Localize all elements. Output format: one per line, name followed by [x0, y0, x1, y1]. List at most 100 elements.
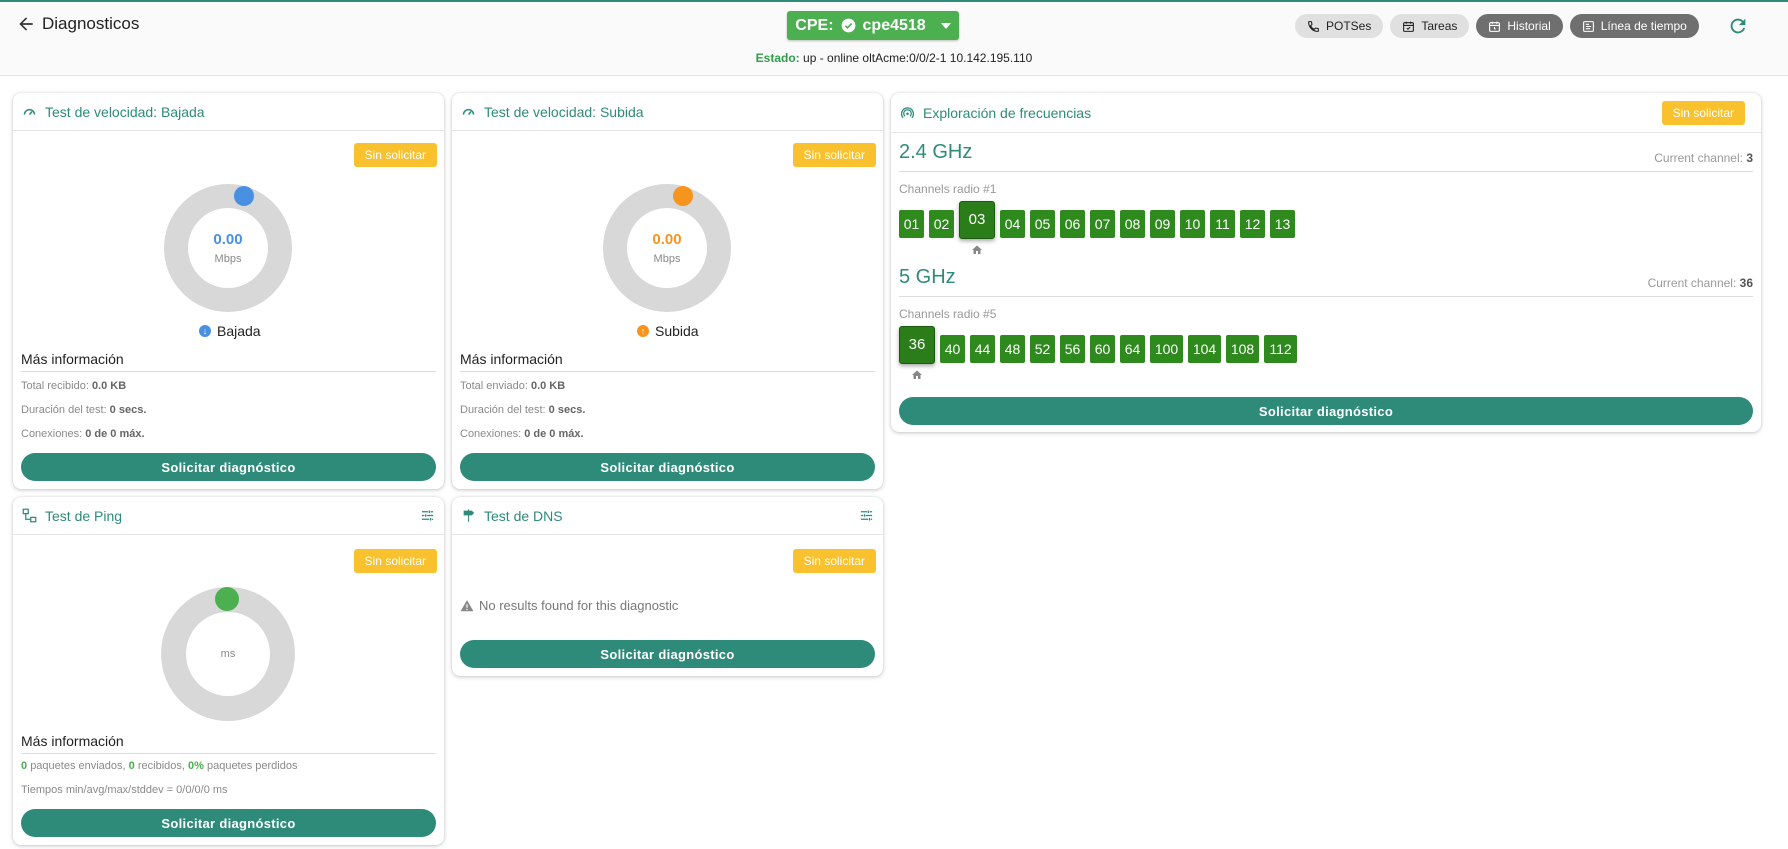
channel-06[interactable]: 06: [1060, 210, 1085, 238]
status-badge: Sin solicitar: [792, 549, 876, 573]
channel-11[interactable]: 11: [1210, 210, 1235, 238]
more-info-heading: Más información: [21, 733, 436, 754]
signpost-icon: [463, 509, 475, 522]
channel-40[interactable]: 40: [940, 335, 965, 363]
tareas-chip[interactable]: Tareas: [1390, 14, 1470, 38]
card-title: Test de velocidad: Bajada: [45, 103, 205, 120]
channel-07[interactable]: 07: [1090, 210, 1115, 238]
page-title: Diagnosticos: [42, 14, 140, 33]
home-icon: [911, 368, 923, 380]
header-bar: Diagnosticos CPE: cpe4518 Estado: up - o…: [0, 2, 1788, 76]
radio-label: Channels radio #1: [899, 182, 997, 196]
refresh-icon[interactable]: [1727, 15, 1749, 37]
card-header: Exploración de frecuencias: [891, 93, 1761, 133]
channel-13[interactable]: 13: [1270, 210, 1295, 238]
status-badge: Sin solicitar: [353, 549, 437, 573]
gauge-indicator-dot: [215, 587, 239, 611]
cpe-selector-button[interactable]: CPE: cpe4518: [787, 11, 959, 40]
status-value: up - online oltAcme:0/0/2-1 10.142.195.1…: [803, 51, 1033, 65]
gauge-legend: ↓ Bajada: [199, 323, 261, 339]
gauge-center: 0.00 Mbps: [188, 208, 268, 288]
channel-01[interactable]: 01: [899, 210, 924, 238]
no-results-text: No results found for this diagnostic: [479, 598, 679, 613]
channel-60[interactable]: 60: [1090, 335, 1115, 363]
timeline-icon: [1582, 20, 1594, 32]
request-diagnostic-button[interactable]: Solicitar diagnóstico: [21, 809, 436, 837]
warning-icon: [460, 599, 474, 611]
status-line: Estado: up - online oltAcme:0/0/2-1 10.1…: [0, 51, 1788, 65]
gauge-indicator-dot: [673, 186, 693, 206]
arrow-left-icon: [19, 17, 33, 31]
channel-64[interactable]: 64: [1120, 335, 1145, 363]
cpe-prefix: CPE:: [795, 16, 834, 34]
channel-108[interactable]: 108: [1226, 335, 1259, 363]
status-badge: Sin solicitar: [792, 143, 876, 167]
back-button[interactable]: Diagnosticos: [16, 14, 139, 34]
card-title: Test de velocidad: Subida: [484, 103, 644, 120]
potses-label: POTSes: [1326, 19, 1372, 33]
header-chips: POTSes Tareas Historial Línea de tiempo: [1295, 14, 1699, 38]
channel-56[interactable]: 56: [1060, 335, 1085, 363]
radio-label: Channels radio #5: [899, 307, 997, 321]
dns-test-card: Test de DNS Sin solicitar No results fou…: [452, 497, 883, 676]
upload-gauge: 0.00 Mbps: [603, 184, 731, 312]
channel-03[interactable]: 03: [959, 201, 995, 239]
band-24ghz-header: 2.4 GHz Current channel: 3: [899, 141, 1753, 172]
channel-09[interactable]: 09: [1150, 210, 1175, 238]
speedometer-icon: [23, 108, 36, 116]
info-line: Total recibido: 0.0 KB: [21, 380, 127, 392]
arrow-down-circle-icon: ↓: [199, 325, 211, 337]
timeline-label: Línea de tiempo: [1600, 19, 1687, 33]
gauge-value: 0.00: [652, 231, 682, 248]
card-header: Test de Ping: [13, 497, 444, 535]
request-diagnostic-button[interactable]: Solicitar diagnóstico: [21, 453, 436, 481]
info-line: Duración del test: 0 secs.: [460, 404, 586, 416]
upload-speed-card: Test de velocidad: Subida Sin solicitar …: [452, 93, 883, 489]
calendar-check-icon: [1403, 21, 1415, 32]
ping-times-line: Tiempos min/avg/max/stddev = 0/0/0/0 ms: [21, 784, 228, 796]
historial-chip[interactable]: Historial: [1476, 14, 1563, 38]
card-header: Test de velocidad: Subida: [452, 93, 883, 131]
channel-12[interactable]: 12: [1240, 210, 1265, 238]
download-gauge: 0.00 Mbps: [164, 184, 292, 312]
potses-chip[interactable]: POTSes: [1295, 14, 1384, 38]
signal-icon: [900, 107, 915, 119]
speedometer-icon: [462, 108, 475, 116]
band-name: 2.4 GHz: [899, 141, 973, 163]
request-diagnostic-button[interactable]: Solicitar diagnóstico: [460, 640, 875, 668]
channel-104[interactable]: 104: [1188, 335, 1221, 363]
tune-settings-icon[interactable]: [420, 508, 435, 523]
band-name: 5 GHz: [899, 266, 956, 288]
status-label: Estado:: [755, 51, 800, 65]
channel-48[interactable]: 48: [1000, 335, 1025, 363]
request-diagnostic-button[interactable]: Solicitar diagnóstico: [460, 453, 875, 481]
no-results-message: No results found for this diagnostic: [460, 598, 678, 613]
frequency-scan-card: Exploración de frecuencias Sin solicitar…: [891, 93, 1761, 432]
request-diagnostic-button[interactable]: Solicitar diagnóstico: [899, 397, 1753, 425]
channel-100[interactable]: 100: [1150, 335, 1183, 363]
legend-label: Subida: [655, 323, 699, 339]
timeline-chip[interactable]: Línea de tiempo: [1569, 14, 1699, 38]
historial-label: Historial: [1507, 19, 1551, 33]
channel-04[interactable]: 04: [1000, 210, 1025, 238]
channel-44[interactable]: 44: [970, 335, 995, 363]
history-calendar-icon: [1489, 21, 1501, 32]
gauge-unit: Mbps: [214, 253, 242, 265]
gauge-value: 0.00: [213, 231, 243, 248]
gauge-unit: Mbps: [653, 253, 681, 265]
info-line: Duración del test: 0 secs.: [21, 404, 147, 416]
channel-05[interactable]: 05: [1030, 210, 1055, 238]
tune-settings-icon[interactable]: [859, 508, 874, 523]
card-header: Test de velocidad: Bajada: [13, 93, 444, 131]
more-info-heading: Más información: [460, 351, 875, 372]
channel-08[interactable]: 08: [1120, 210, 1145, 238]
channel-52[interactable]: 52: [1030, 335, 1055, 363]
card-header: Test de DNS: [452, 497, 883, 535]
channel-02[interactable]: 02: [929, 210, 954, 238]
gauge-center: ms: [186, 612, 270, 696]
channel-112[interactable]: 112: [1264, 335, 1297, 363]
gauge-legend: ↑ Subida: [637, 323, 699, 339]
current-channel: Current channel: 36: [1647, 276, 1753, 290]
channel-36[interactable]: 36: [899, 326, 935, 364]
channel-10[interactable]: 10: [1180, 210, 1205, 238]
